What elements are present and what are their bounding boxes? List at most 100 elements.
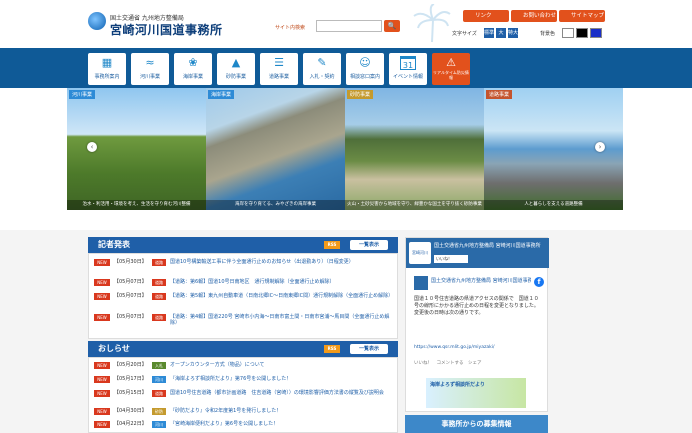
- banner-caption: 人と暮らしを支える道路整備: [484, 200, 623, 210]
- office-title[interactable]: 宮崎河川国道事務所: [110, 21, 223, 38]
- post-image[interactable]: 海岸よろず相談所だより: [426, 378, 526, 408]
- carousel-next-icon[interactable]: ›: [595, 142, 605, 152]
- list-item[interactable]: NEW 【05月17日】 河川 『海岸よろず相談所だより』第76号を公開しました…: [94, 376, 394, 388]
- fontsize-xlarge-button[interactable]: 特大: [508, 28, 518, 38]
- list-item[interactable]: NEW 【05月07日】 道路 【道路：第4報】国道220号 宮崎市小内海～日南…: [94, 314, 394, 326]
- search-button[interactable]: 🔍: [384, 20, 400, 32]
- banner-caption: 海岸を守り育てる、みやざきの海岸事業: [206, 200, 345, 210]
- fontsize-normal-button[interactable]: 標準: [484, 28, 494, 38]
- hero-carousel[interactable]: 河川事業 治水・利活用・環境を考え、生活を守り育む河川整備 海岸事業 海岸を守り…: [67, 88, 623, 210]
- press-list-button[interactable]: 一覧表示: [350, 240, 388, 250]
- new-badge: NEW: [94, 293, 110, 300]
- nav-office-info[interactable]: ▦ 事務所案内: [88, 53, 126, 85]
- nav-label: 道路事業: [268, 74, 289, 80]
- item-title[interactable]: 【道路：第5報】東九州自動車道（日南北郷IC～日南東郷IC間）通行規制解除（全面…: [170, 293, 393, 299]
- item-title[interactable]: 『砂防だより』令和2年度第1号を発行しました！: [170, 408, 392, 414]
- nav-coast[interactable]: ❀ 海岸事業: [174, 53, 212, 85]
- item-title[interactable]: 『宮崎海岸便利だより』第6号を公開しました！: [170, 421, 392, 427]
- list-item[interactable]: NEW 【05月07日】 道路 【道路：第5報】東九州自動車道（日南北郷IC～日…: [94, 293, 394, 305]
- item-title[interactable]: 『海岸よろず相談所だより』第76号を公開しました！: [170, 376, 392, 382]
- nav-label: 砂防事業: [225, 74, 246, 80]
- calendar-icon: 31: [400, 56, 416, 70]
- banner-coast[interactable]: 海岸事業 海岸を守り育てる、みやざきの海岸事業: [206, 88, 345, 210]
- fontsize-large-button[interactable]: 大: [496, 28, 506, 38]
- banner-sabo[interactable]: 砂防事業 火山・土砂災害から地域を守り、緑豊かな国土を守り抜く砂防事業: [345, 88, 484, 210]
- facebook-header: 宮崎河川 国土交通省九州地方整備局 宮崎河川国道事務所 いいね！: [406, 238, 549, 268]
- facebook-widget[interactable]: 宮崎河川 国土交通省九州地方整備局 宮崎河川国道事務所 いいね！ 国土交通省九州…: [405, 237, 549, 412]
- post-author[interactable]: 国土交通省九州地方整備局 宮崎河川国道事務所: [431, 277, 531, 284]
- contact-button[interactable]: お問い合わせ: [511, 10, 557, 22]
- category-badge: 道路: [152, 314, 166, 321]
- notice-rss-button[interactable]: RSS: [324, 345, 340, 353]
- notice-list-button[interactable]: 一覧表示: [350, 344, 388, 354]
- post-actions[interactable]: いいね！ コメントする シェア: [414, 360, 482, 366]
- item-title[interactable]: 国道10号構築輸送工事に伴う全面通行止めのお知らせ（出退勤あり）（日程変更）: [170, 259, 392, 265]
- new-badge: NEW: [94, 362, 110, 369]
- nav-sabo[interactable]: ▲ 砂防事業: [217, 53, 255, 85]
- color-black-button[interactable]: [576, 28, 588, 38]
- banner-tag: 海岸事業: [208, 90, 235, 99]
- page-logo[interactable]: 宮崎河川: [409, 242, 431, 264]
- item-title[interactable]: オープンカウンター方式（物品）について: [170, 362, 392, 368]
- search-input[interactable]: [316, 20, 382, 32]
- nav-realtime-disaster[interactable]: ⚠ リアルタイム防災情報: [432, 53, 470, 85]
- recruit-banner[interactable]: 事務所からの募集情報: [405, 415, 548, 433]
- color-blue-button[interactable]: [590, 28, 602, 38]
- sitemap-button[interactable]: サイトマップ: [559, 10, 605, 22]
- item-date: 【05月17日】: [114, 376, 147, 382]
- press-heading: 記者発表 RSS 一覧表示: [88, 237, 398, 253]
- nav-label: 事務所案内: [94, 74, 120, 80]
- banner-tag: 道路事業: [486, 90, 513, 99]
- banner-tag: 河川事業: [69, 90, 96, 99]
- alert-icon: ⚠: [446, 56, 456, 69]
- carousel-prev-icon[interactable]: ‹: [87, 142, 97, 152]
- facebook-like-button[interactable]: いいね！: [434, 255, 468, 263]
- site-header: 国土交通省 九州地方整備局 宮崎河川国道事務所 サイト内検索 🔍 リンク お問い…: [0, 0, 692, 48]
- link-button[interactable]: リンク: [463, 10, 509, 22]
- search-label: サイト内検索: [275, 25, 306, 31]
- press-rss-button[interactable]: RSS: [324, 241, 340, 249]
- avatar[interactable]: [414, 276, 428, 290]
- nav-bidding[interactable]: ✎ 入札・契約: [303, 53, 341, 85]
- category-badge: 道路: [152, 390, 166, 397]
- logo-icon[interactable]: [88, 12, 106, 30]
- item-date: 【05月07日】: [114, 279, 147, 285]
- road-icon: ☰: [274, 56, 284, 69]
- list-item[interactable]: NEW 【04月22日】 河川 『宮崎海岸便利だより』第6号を公開しました！: [94, 421, 394, 433]
- mountain-icon: ▲: [231, 56, 241, 69]
- press-title: 記者発表: [98, 240, 130, 249]
- list-item[interactable]: NEW 【04月30日】 砂防 『砂防だより』令和2年度第1号を発行しました！: [94, 408, 394, 420]
- people-icon: ☺: [359, 56, 371, 69]
- building-icon: ▦: [101, 56, 113, 69]
- category-badge: 入札: [152, 362, 166, 369]
- item-title[interactable]: 【道路：第6報】国道10号日南地区 通行規制解除（全面通行止め解除）: [170, 279, 392, 285]
- post-link[interactable]: https://www.qsr.mlit.go.jp/miyazaki/: [414, 345, 494, 350]
- category-badge: 河川: [152, 421, 166, 428]
- color-label: 背景色: [540, 31, 556, 37]
- palm-icon: ❀: [188, 56, 198, 69]
- category-badge: 道路: [152, 279, 166, 286]
- global-nav: ▦ 事務所案内 ≈ 河川事業 ❀ 海岸事業 ▲ 砂防事業 ☰ 道路事業 ✎ 入札・契約 ☺ 相…: [0, 48, 692, 88]
- banner-caption: 火山・土砂災害から地域を守り、緑豊かな国土を守り抜く砂防事業: [345, 200, 484, 210]
- fontsize-label: 文字サイズ: [452, 31, 477, 37]
- item-title[interactable]: 【道路：第4報】国道220号 宮崎市小内海～日南市富土間・日南市宮浦～馬目間（全…: [170, 314, 392, 326]
- list-item[interactable]: NEW 【05月15日】 道路 国道10号住吉道路（都市計画道路 住吉道路（宮崎…: [94, 390, 394, 402]
- new-badge: NEW: [94, 390, 110, 397]
- color-white-button[interactable]: [562, 28, 574, 38]
- nav-river[interactable]: ≈ 河川事業: [131, 53, 169, 85]
- nav-label: 河川事業: [139, 74, 160, 80]
- new-badge: NEW: [94, 408, 110, 415]
- list-item[interactable]: NEW 【05月07日】 道路 【道路：第6報】国道10号日南地区 通行規制解除…: [94, 279, 394, 291]
- palm-tree-icon: [413, 4, 451, 42]
- nav-label: 相談窓口案内: [349, 74, 380, 80]
- nav-consultation[interactable]: ☺ 相談窓口案内: [346, 53, 384, 85]
- item-date: 【05月07日】: [114, 293, 147, 299]
- nav-events[interactable]: 31 イベント情報: [389, 53, 427, 85]
- facebook-page-name[interactable]: 国土交通省九州地方整備局 宮崎河川国道事務所: [434, 242, 546, 249]
- nav-road[interactable]: ☰ 道路事業: [260, 53, 298, 85]
- list-item[interactable]: NEW 【05月20日】 入札 オープンカウンター方式（物品）について: [94, 362, 394, 374]
- item-title[interactable]: 国道10号住吉道路（都市計画道路 住吉道路（宮崎））の環境影響評価方法書の縦覧及…: [170, 390, 392, 396]
- new-badge: NEW: [94, 376, 110, 383]
- list-item[interactable]: NEW 【05月30日】 道路 国道10号構築輸送工事に伴う全面通行止めのお知ら…: [94, 259, 394, 271]
- item-date: 【04月22日】: [114, 421, 147, 427]
